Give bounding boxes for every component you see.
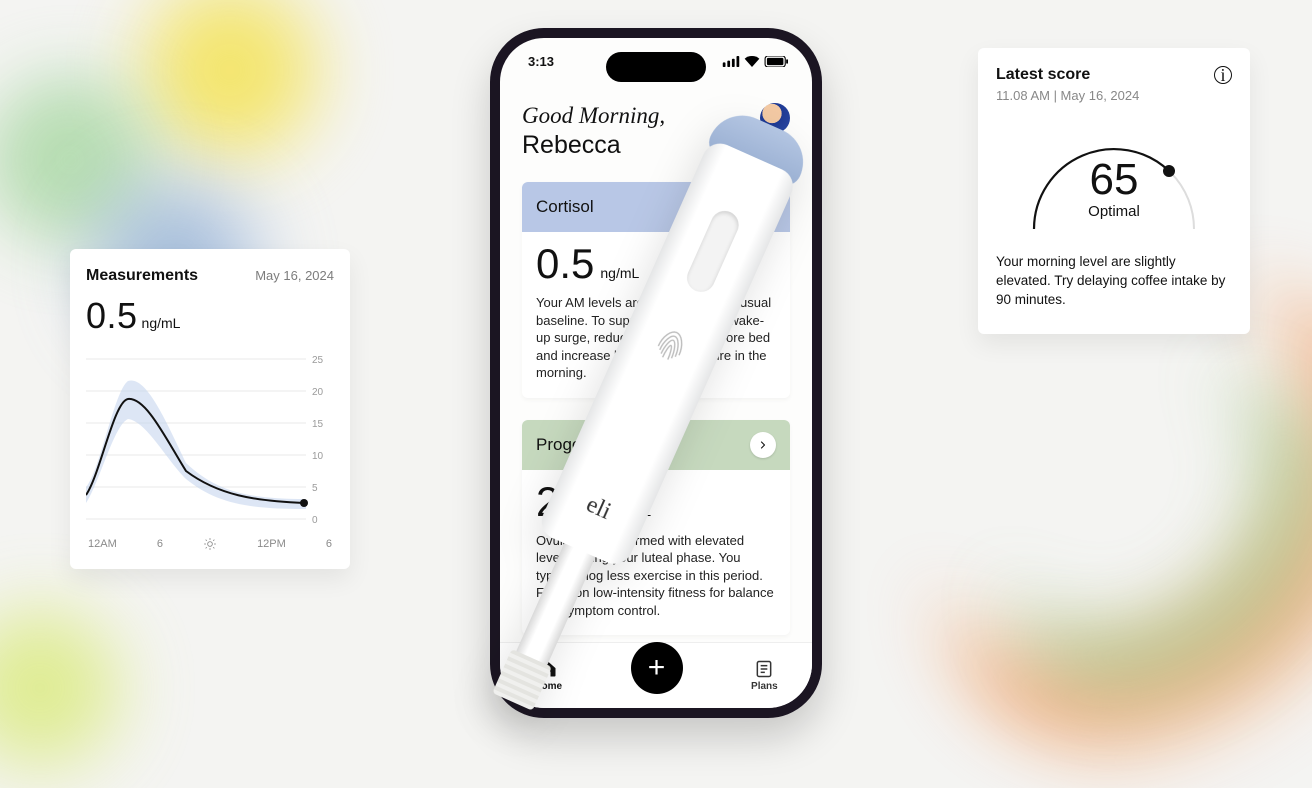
chevron-right-icon[interactable] — [750, 432, 776, 458]
cortisol-value: 0.5 — [536, 240, 594, 288]
xaxis-label: 6 — [326, 538, 332, 550]
dynamic-island — [606, 52, 706, 82]
user-name: Rebecca — [522, 131, 665, 160]
info-icon[interactable]: i — [1214, 66, 1232, 84]
score-value: 65 — [996, 155, 1232, 205]
clock: 3:13 — [528, 54, 554, 69]
cortisol-card[interactable]: Cortisol 0.5 ng/mL Your AM levels are lo… — [522, 182, 790, 398]
svg-text:25: 25 — [312, 355, 324, 366]
measurements-card: Measurements May 16, 2024 0.5 ng/mL 25 2… — [70, 249, 350, 569]
nav-home-label: Home — [534, 681, 562, 692]
chevron-right-icon[interactable] — [750, 194, 776, 220]
svg-text:0: 0 — [312, 515, 318, 526]
nav-plans-label: Plans — [751, 681, 778, 692]
phone-frame: 3:13 Good Morning, Rebecca Cortisol — [490, 28, 822, 718]
measurements-unit: ng/mL — [142, 315, 181, 331]
home-icon — [538, 659, 558, 679]
svg-text:15: 15 — [312, 419, 324, 430]
bottom-nav: Home + Plans — [500, 642, 812, 708]
sun-icon — [203, 537, 217, 551]
svg-text:5: 5 — [312, 483, 318, 494]
score-gauge: 65 Optimal — [996, 109, 1232, 239]
measurements-title: Measurements — [86, 267, 198, 285]
measurements-value: 0.5 — [86, 295, 138, 337]
score-status: Optimal — [996, 203, 1232, 220]
progesterone-title: Progesterone — [536, 435, 638, 455]
xaxis-label: 12AM — [88, 538, 117, 550]
measurements-date: May 16, 2024 — [255, 268, 334, 283]
progesterone-unit: pg/mL — [612, 503, 651, 519]
plans-icon — [754, 659, 774, 679]
score-timestamp: 11.08 AM | May 16, 2024 — [996, 88, 1232, 103]
bg-blob — [0, 588, 140, 788]
avatar[interactable] — [760, 103, 790, 133]
cortisol-title: Cortisol — [536, 197, 594, 217]
score-description: Your morning level are slightly elevated… — [996, 253, 1232, 310]
cortisol-desc: Your AM levels are lower than your usual… — [536, 294, 776, 382]
progesterone-desc: Ovulation is confirmed with elevated lev… — [536, 532, 776, 620]
progesterone-value: 200 — [536, 478, 606, 526]
svg-text:10: 10 — [312, 451, 324, 462]
progesterone-card[interactable]: Progesterone 200 pg/mL Ovulation is conf… — [522, 420, 790, 636]
score-card: Latest score i 11.08 AM | May 16, 2024 6… — [978, 48, 1250, 334]
status-icons — [722, 56, 790, 67]
plus-icon: + — [648, 653, 666, 683]
add-button[interactable]: + — [631, 642, 683, 694]
greeting-text: Good Morning, — [522, 103, 665, 129]
xaxis-label: 6 — [157, 538, 163, 550]
score-title: Latest score — [996, 66, 1090, 84]
cortisol-unit: ng/mL — [600, 265, 639, 281]
measurements-chart: 25 20 15 10 5 0 12AM 6 12PM 6 — [86, 351, 334, 551]
nav-home[interactable]: Home — [534, 659, 562, 692]
nav-plans[interactable]: Plans — [751, 659, 778, 692]
svg-text:20: 20 — [312, 387, 324, 398]
xaxis-label: 12PM — [257, 538, 286, 550]
